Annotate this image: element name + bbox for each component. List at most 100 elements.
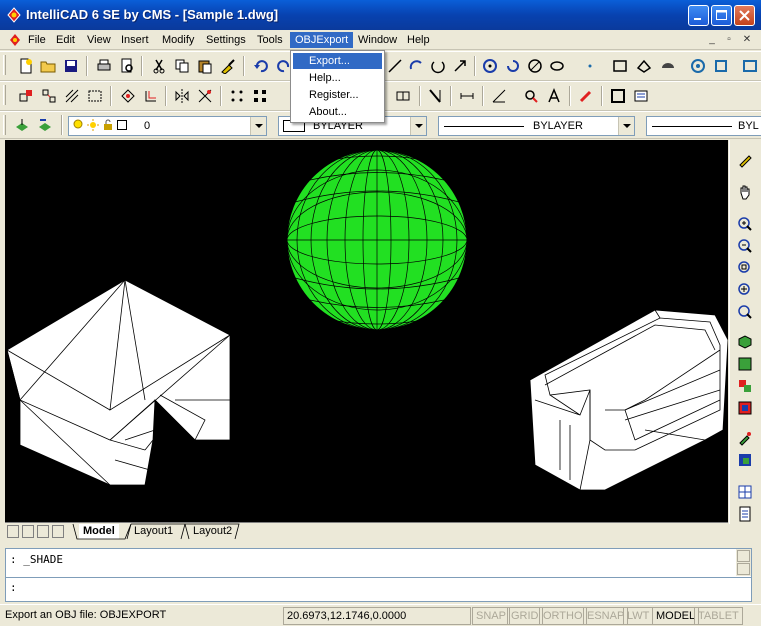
region-icon[interactable]	[87, 88, 103, 104]
edit-text-icon[interactable]	[578, 88, 594, 104]
linetype-dropdown[interactable]: BYLAYER	[438, 116, 635, 136]
undo-icon[interactable]	[253, 58, 269, 74]
point-icon[interactable]	[582, 58, 598, 74]
chevron-down-icon[interactable]	[618, 117, 634, 135]
close-button[interactable]	[734, 5, 755, 26]
menu-settings[interactable]: Settings	[201, 32, 251, 48]
hide-icon[interactable]	[636, 58, 652, 74]
drawing-viewport[interactable]	[5, 140, 728, 522]
text-find-icon[interactable]	[523, 88, 539, 104]
match-properties-icon[interactable]	[220, 58, 236, 74]
menu-tools[interactable]: Tools	[252, 32, 288, 48]
scroll-up-icon[interactable]	[737, 550, 750, 562]
refresh-view-icon[interactable]	[505, 58, 521, 74]
toolbar-grip[interactable]	[3, 115, 6, 135]
orbit-icon[interactable]	[408, 58, 424, 74]
open-folder-icon[interactable]	[40, 58, 56, 74]
title-bar[interactable]: IntelliCAD 6 SE by CMS - [Sample 1.dwg]	[0, 0, 761, 30]
pencil-draw-icon[interactable]	[737, 152, 753, 168]
menu-window[interactable]: Window	[353, 32, 402, 48]
tablet-toggle[interactable]: TABLET	[694, 607, 743, 625]
world-ucs-icon[interactable]	[713, 58, 729, 74]
zoom-all-icon[interactable]	[737, 304, 753, 320]
command-scrollbar[interactable]	[736, 549, 751, 576]
menu-item-register[interactable]: Register...	[293, 87, 382, 103]
hatch-icon[interactable]	[64, 88, 80, 104]
dynamic-view-icon[interactable]	[527, 58, 543, 74]
viewport-box-icon[interactable]	[612, 58, 628, 74]
trim-icon[interactable]	[197, 88, 213, 104]
materials-icon[interactable]	[737, 400, 753, 416]
layer-previous-icon[interactable]	[37, 117, 53, 133]
menu-view[interactable]: View	[82, 32, 116, 48]
mdi-minimize-icon[interactable]: _	[705, 33, 719, 47]
snap-grid-icon[interactable]	[252, 88, 268, 104]
ucs-icon[interactable]	[690, 58, 706, 74]
lights-icon[interactable]	[737, 430, 753, 446]
dimension-icon[interactable]	[459, 88, 475, 104]
document-icon[interactable]	[8, 33, 22, 47]
render-scene-icon[interactable]	[737, 378, 753, 394]
view-3d-icon[interactable]	[737, 334, 753, 350]
named-views-icon[interactable]	[549, 58, 565, 74]
zoom-extents-icon[interactable]	[737, 282, 753, 298]
first-tab-button[interactable]	[7, 525, 19, 538]
menu-modify[interactable]: Modify	[157, 32, 199, 48]
layer-window-icon[interactable]	[610, 88, 626, 104]
page-setup-icon[interactable]	[737, 506, 753, 522]
print-preview-icon[interactable]	[119, 58, 135, 74]
mirror-icon[interactable]	[174, 88, 190, 104]
new-drawing-icon[interactable]	[18, 58, 34, 74]
maximize-button[interactable]	[711, 5, 732, 26]
pan-tool-icon[interactable]	[452, 58, 468, 74]
zoom-in-icon[interactable]	[737, 216, 753, 232]
last-tab-button[interactable]	[52, 525, 64, 538]
chevron-down-icon[interactable]	[410, 117, 426, 135]
intellicad-app-icon[interactable]	[6, 7, 22, 23]
toolbar-grip[interactable]	[3, 85, 6, 105]
pan-hand-icon[interactable]	[737, 184, 753, 200]
snap-toggle[interactable]: SNAP	[472, 607, 510, 625]
array-icon[interactable]	[41, 88, 57, 104]
zoom-realtime-icon[interactable]	[482, 58, 498, 74]
angular-dimension-icon[interactable]	[491, 88, 507, 104]
lwt-toggle[interactable]: LWT	[623, 607, 654, 625]
explorer-icon[interactable]	[742, 58, 758, 74]
menu-item-export[interactable]: Export...	[293, 53, 382, 69]
lineweight-dropdown[interactable]: BYL	[646, 116, 761, 136]
esnap-toggle[interactable]: ESNAP	[583, 607, 629, 625]
grid-toggle[interactable]: GRID	[507, 607, 543, 625]
chevron-down-icon[interactable]	[250, 117, 266, 135]
command-prompt[interactable]: :	[10, 581, 17, 594]
ortho-toggle[interactable]: ORTHO	[539, 607, 587, 625]
text-style-icon[interactable]	[546, 88, 562, 104]
layer-manager-icon[interactable]	[14, 117, 30, 133]
mdi-close-icon[interactable]: ✕	[740, 33, 754, 47]
model-toggle[interactable]: MODEL	[652, 607, 700, 625]
menu-objexport[interactable]: OBJExport	[290, 32, 354, 48]
layer-dropdown[interactable]: 0	[68, 116, 267, 136]
menu-file[interactable]: File	[23, 32, 51, 48]
menu-insert[interactable]: Insert	[116, 32, 154, 48]
menu-item-help[interactable]: Help...	[293, 70, 382, 86]
zoom-window-icon[interactable]	[737, 260, 753, 276]
menu-help[interactable]: Help	[402, 32, 435, 48]
shade-icon[interactable]	[737, 356, 753, 372]
previous-tab-button[interactable]	[22, 525, 34, 538]
zoom-out-icon[interactable]	[737, 238, 753, 254]
polygon-icon[interactable]	[120, 88, 136, 104]
mdi-restore-icon[interactable]: ▫	[722, 33, 736, 47]
paste-icon[interactable]	[197, 58, 213, 74]
menu-item-about[interactable]: About...	[293, 104, 382, 120]
minimize-button[interactable]	[688, 5, 709, 26]
cut-icon[interactable]	[151, 58, 167, 74]
next-tab-button[interactable]	[37, 525, 49, 538]
render-icon[interactable]	[660, 58, 676, 74]
save-icon[interactable]	[63, 58, 79, 74]
print-icon[interactable]	[96, 58, 112, 74]
properties-icon[interactable]	[633, 88, 649, 104]
toolbar-grip[interactable]	[3, 55, 6, 75]
scroll-down-icon[interactable]	[737, 563, 750, 575]
background-icon[interactable]	[737, 452, 753, 468]
copy-icon[interactable]	[174, 58, 190, 74]
